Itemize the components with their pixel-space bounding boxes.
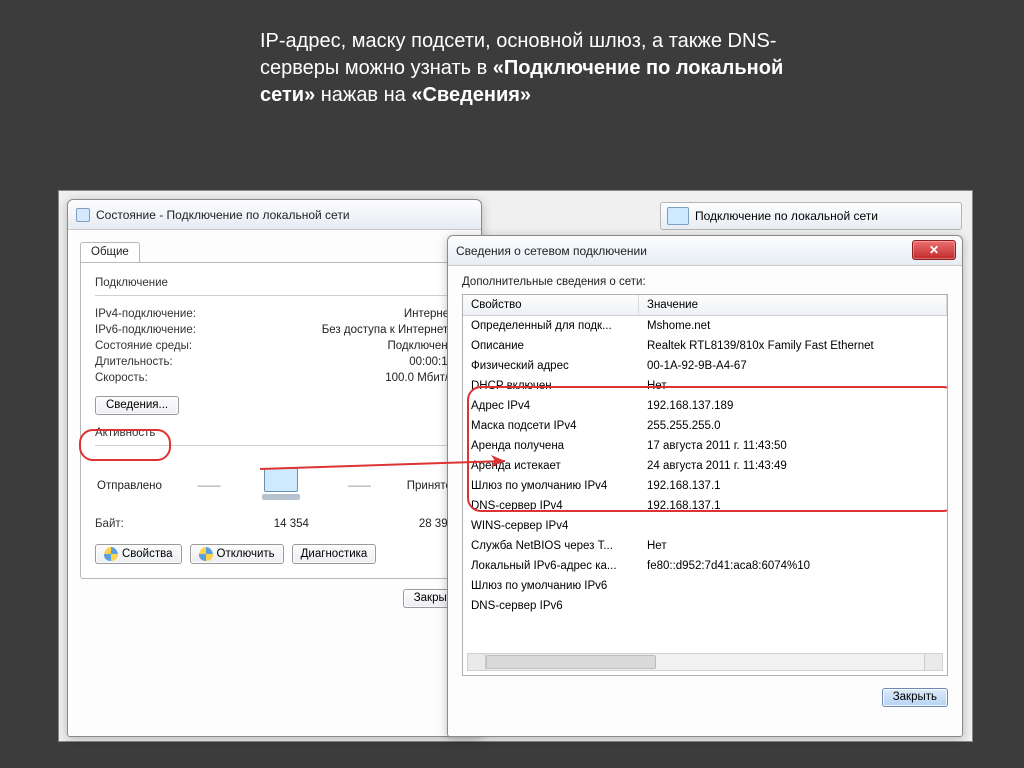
network-icon [76,208,90,222]
group-connection-label: Подключение [95,277,454,289]
cell-property: Служба NetBIOS через T... [463,536,639,556]
recv-label: Принято [407,480,452,492]
details-button[interactable]: Сведения... [95,396,179,415]
status-window: Состояние - Подключение по локальной сет… [67,199,482,737]
cell-property: WINS-сервер IPv4 [463,516,639,536]
cell-value: 255.255.255.0 [639,416,947,436]
cell-value: 192.168.137.1 [639,496,947,516]
list-row[interactable]: Маска подсети IPv4255.255.255.0 [463,416,947,436]
list-row[interactable]: DHCP включенНет [463,376,947,396]
cell-value [639,596,947,616]
cell-property: Локальный IPv6-адрес ка... [463,556,639,576]
properties-button-label: Свойства [122,548,173,560]
cell-value [639,516,947,536]
tab-general[interactable]: Общие [80,242,140,262]
slide-caption: IP-адрес, маску подсети, основной шлюз, … [260,28,820,109]
cell-property: DNS-сервер IPv6 [463,596,639,616]
connection-item-label: Подключение по локальной сети [695,209,878,223]
row-media: Состояние среды:Подключено [95,338,454,354]
cell-property: DNS-сервер IPv4 [463,496,639,516]
disable-button[interactable]: Отключить [190,544,284,564]
properties-button[interactable]: Свойства [95,544,182,564]
cell-property: DHCP включен [463,376,639,396]
cell-value: Нет [639,376,947,396]
cell-property: Физический адрес [463,356,639,376]
cell-property: Шлюз по умолчанию IPv4 [463,476,639,496]
list-row[interactable]: Аренда получена17 августа 2011 г. 11:43:… [463,436,947,456]
details-close-button-label: Закрыть [893,691,937,703]
status-title: Состояние - Подключение по локальной сет… [96,208,350,222]
diagnostics-button[interactable]: Диагностика [292,544,377,564]
header-value[interactable]: Значение [639,295,947,315]
cell-property: Аренда получена [463,436,639,456]
details-button-label: Сведения... [106,399,168,411]
bytes-sent: 14 354 [274,518,309,530]
list-row[interactable]: Физический адрес00-1A-92-9B-A4-67 [463,356,947,376]
details-title: Сведения о сетевом подключении [456,244,647,258]
cell-property: Определенный для подк... [463,316,639,336]
group-activity-label: Активность [95,427,454,439]
details-listview[interactable]: Свойство Значение Определенный для подк.… [462,294,948,676]
shield-icon [199,547,213,561]
cell-property: Маска подсети IPv4 [463,416,639,436]
list-row[interactable]: Локальный IPv6-адрес ка...fe80::d952:7d4… [463,556,947,576]
list-row[interactable]: Аренда истекает24 августа 2011 г. 11:43:… [463,456,947,476]
list-row[interactable]: Шлюз по умолчанию IPv6 [463,576,947,596]
bytes-label: Байт: [95,518,124,530]
screenshot-area: Подключение по локальной сети Состояние … [58,190,973,742]
group-activity: Отправлено —— —— Принято Байт: 14 354 28… [95,445,454,532]
caption-part2: нажав на [321,84,412,106]
list-row[interactable]: ОписаниеRealtek RTL8139/810x Family Fast… [463,336,947,356]
details-label: Дополнительные сведения о сети: [462,276,948,288]
cell-value: 24 августа 2011 г. 11:43:49 [639,456,947,476]
network-icon [667,207,689,225]
cell-property: Шлюз по умолчанию IPv6 [463,576,639,596]
cell-value: Realtek RTL8139/810x Family Fast Etherne… [639,336,947,356]
listview-header[interactable]: Свойство Значение [463,295,947,316]
scroll-left-button[interactable] [468,654,486,670]
list-row[interactable]: WINS-сервер IPv4 [463,516,947,536]
cell-property: Аренда истекает [463,456,639,476]
details-close-button[interactable]: Закрыть [882,688,948,707]
list-row[interactable]: DNS-сервер IPv4192.168.137.1 [463,496,947,516]
window-close-button[interactable]: ✕ [912,240,956,260]
list-row[interactable]: Адрес IPv4192.168.137.189 [463,396,947,416]
cell-property: Описание [463,336,639,356]
connection-item[interactable]: Подключение по локальной сети [660,202,962,230]
row-speed: Скорость:100.0 Мбит/с [95,370,454,386]
horizontal-scrollbar[interactable] [467,653,943,671]
row-duration: Длительность:00:00:16 [95,354,454,370]
diagnostics-button-label: Диагностика [301,548,368,560]
sent-label: Отправлено [97,480,162,492]
cell-value: 17 августа 2011 г. 11:43:50 [639,436,947,456]
cell-value: fe80::d952:7d41:aca8:6074%10 [639,556,947,576]
list-row[interactable]: Определенный для подк...Mshome.net [463,316,947,336]
close-icon: ✕ [929,243,939,257]
details-titlebar[interactable]: Сведения о сетевом подключении ✕ [448,236,962,266]
group-connection: IPv4-подключение:Интернет IPv6-подключен… [95,295,454,415]
list-row[interactable]: Шлюз по умолчанию IPv4192.168.137.1 [463,476,947,496]
cell-value: 192.168.137.1 [639,476,947,496]
tab-general-label: Общие [91,246,129,258]
list-row[interactable]: DNS-сервер IPv6 [463,596,947,616]
computer-icon [256,466,312,506]
scroll-right-button[interactable] [924,654,942,670]
cell-value: Нет [639,536,947,556]
shield-icon [104,547,118,561]
cell-value: 00-1A-92-9B-A4-67 [639,356,947,376]
cell-value [639,576,947,596]
caption-bold2: «Сведения» [411,84,531,106]
details-window: Сведения о сетевом подключении ✕ Дополни… [447,235,963,737]
cell-value: Mshome.net [639,316,947,336]
header-property[interactable]: Свойство [463,295,639,315]
list-row[interactable]: Служба NetBIOS через T...Нет [463,536,947,556]
row-ipv6: IPv6-подключение:Без доступа к Интернету [95,322,454,338]
row-ipv4: IPv4-подключение:Интернет [95,306,454,322]
status-titlebar[interactable]: Состояние - Подключение по локальной сет… [68,200,481,230]
scroll-thumb[interactable] [486,655,656,669]
cell-value: 192.168.137.189 [639,396,947,416]
cell-property: Адрес IPv4 [463,396,639,416]
disable-button-label: Отключить [217,548,275,560]
